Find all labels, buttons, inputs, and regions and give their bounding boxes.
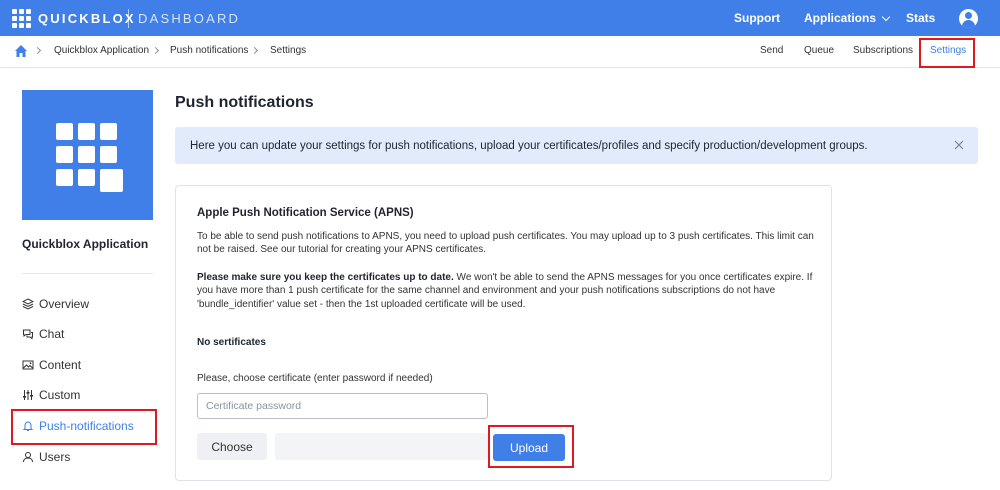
sidebar-item-label: Users [39, 450, 71, 464]
app-logo-tile [22, 90, 153, 220]
sidebar-item-label: Custom [39, 388, 81, 402]
brand-subtitle: DASHBOARD [138, 11, 241, 26]
nav-stats[interactable]: Stats [906, 11, 935, 26]
chat-bubbles-icon [23, 329, 33, 340]
user-avatar-icon[interactable] [959, 9, 978, 28]
breadcrumb-item[interactable]: Quickblox Application [54, 45, 149, 57]
choose-file-button[interactable]: Choose [197, 433, 267, 460]
certificate-password-input[interactable] [197, 393, 488, 419]
home-icon[interactable] [14, 44, 28, 58]
sidebar-item-label: Content [39, 358, 82, 372]
choose-certificate-label: Please, choose certificate (enter passwo… [197, 373, 433, 384]
selected-file-field[interactable] [275, 433, 488, 460]
highlight-box-push-notifications [11, 409, 157, 445]
highlight-box-settings [919, 38, 975, 68]
sidebar-item-label: Overview [39, 297, 90, 311]
breadcrumb-item-current: Settings [270, 45, 307, 56]
info-banner-text: Here you can update your settings for pu… [190, 140, 868, 152]
apns-description: To be able to send push notifications to… [197, 231, 814, 256]
no-certificates-label: No sertificates [197, 337, 266, 348]
top-bar: QUICKBLOX DASHBOARD Support Applications… [0, 0, 1000, 36]
sidebar-divider [22, 273, 153, 274]
subnav-subscriptions[interactable]: Subscriptions [853, 45, 913, 57]
sidebar-item-custom[interactable]: Custom [22, 385, 80, 405]
sidebar-item-content[interactable]: Content [22, 355, 81, 375]
info-banner: Here you can update your settings for pu… [175, 127, 978, 164]
brand-name[interactable]: QUICKBLOX [38, 11, 136, 26]
breadcrumb-chevron-icon [250, 46, 259, 55]
breadcrumb-chevron-icon [33, 46, 42, 55]
sidebar-item-chat[interactable]: Chat [22, 324, 64, 344]
subnav-send[interactable]: Send [760, 45, 783, 57]
apns-warning-bold: Please make sure you keep the certificat… [197, 272, 454, 283]
close-icon[interactable] [954, 140, 964, 150]
sidebar-item-overview[interactable]: Overview [22, 294, 89, 314]
highlight-box-upload [488, 425, 574, 468]
breadcrumb-bar: Quickblox Application Push notifications… [0, 36, 1000, 68]
apns-card-title: Apple Push Notification Service (APNS) [197, 207, 414, 219]
nav-support[interactable]: Support [734, 11, 780, 26]
nav-applications-label: Applications [804, 11, 877, 25]
image-icon [22, 360, 34, 370]
sidebar-item-users[interactable]: Users [22, 447, 70, 467]
breadcrumb-item[interactable]: Push notifications [170, 45, 248, 57]
app-name: Quickblox Application [22, 237, 149, 251]
nav-applications[interactable]: Applications [804, 11, 891, 26]
page-title: Push notifications [175, 94, 314, 111]
layers-icon [22, 298, 34, 310]
user-icon [23, 452, 33, 463]
breadcrumb-chevron-icon [151, 46, 160, 55]
chevron-down-icon [881, 12, 891, 22]
subnav-queue[interactable]: Queue [804, 45, 834, 57]
apns-warning: Please make sure you keep the certificat… [197, 271, 817, 311]
quickblox-logo-icon[interactable] [12, 9, 31, 28]
brand-divider [128, 9, 129, 28]
sidebar-item-label: Chat [39, 327, 65, 341]
sliders-icon [23, 390, 33, 400]
